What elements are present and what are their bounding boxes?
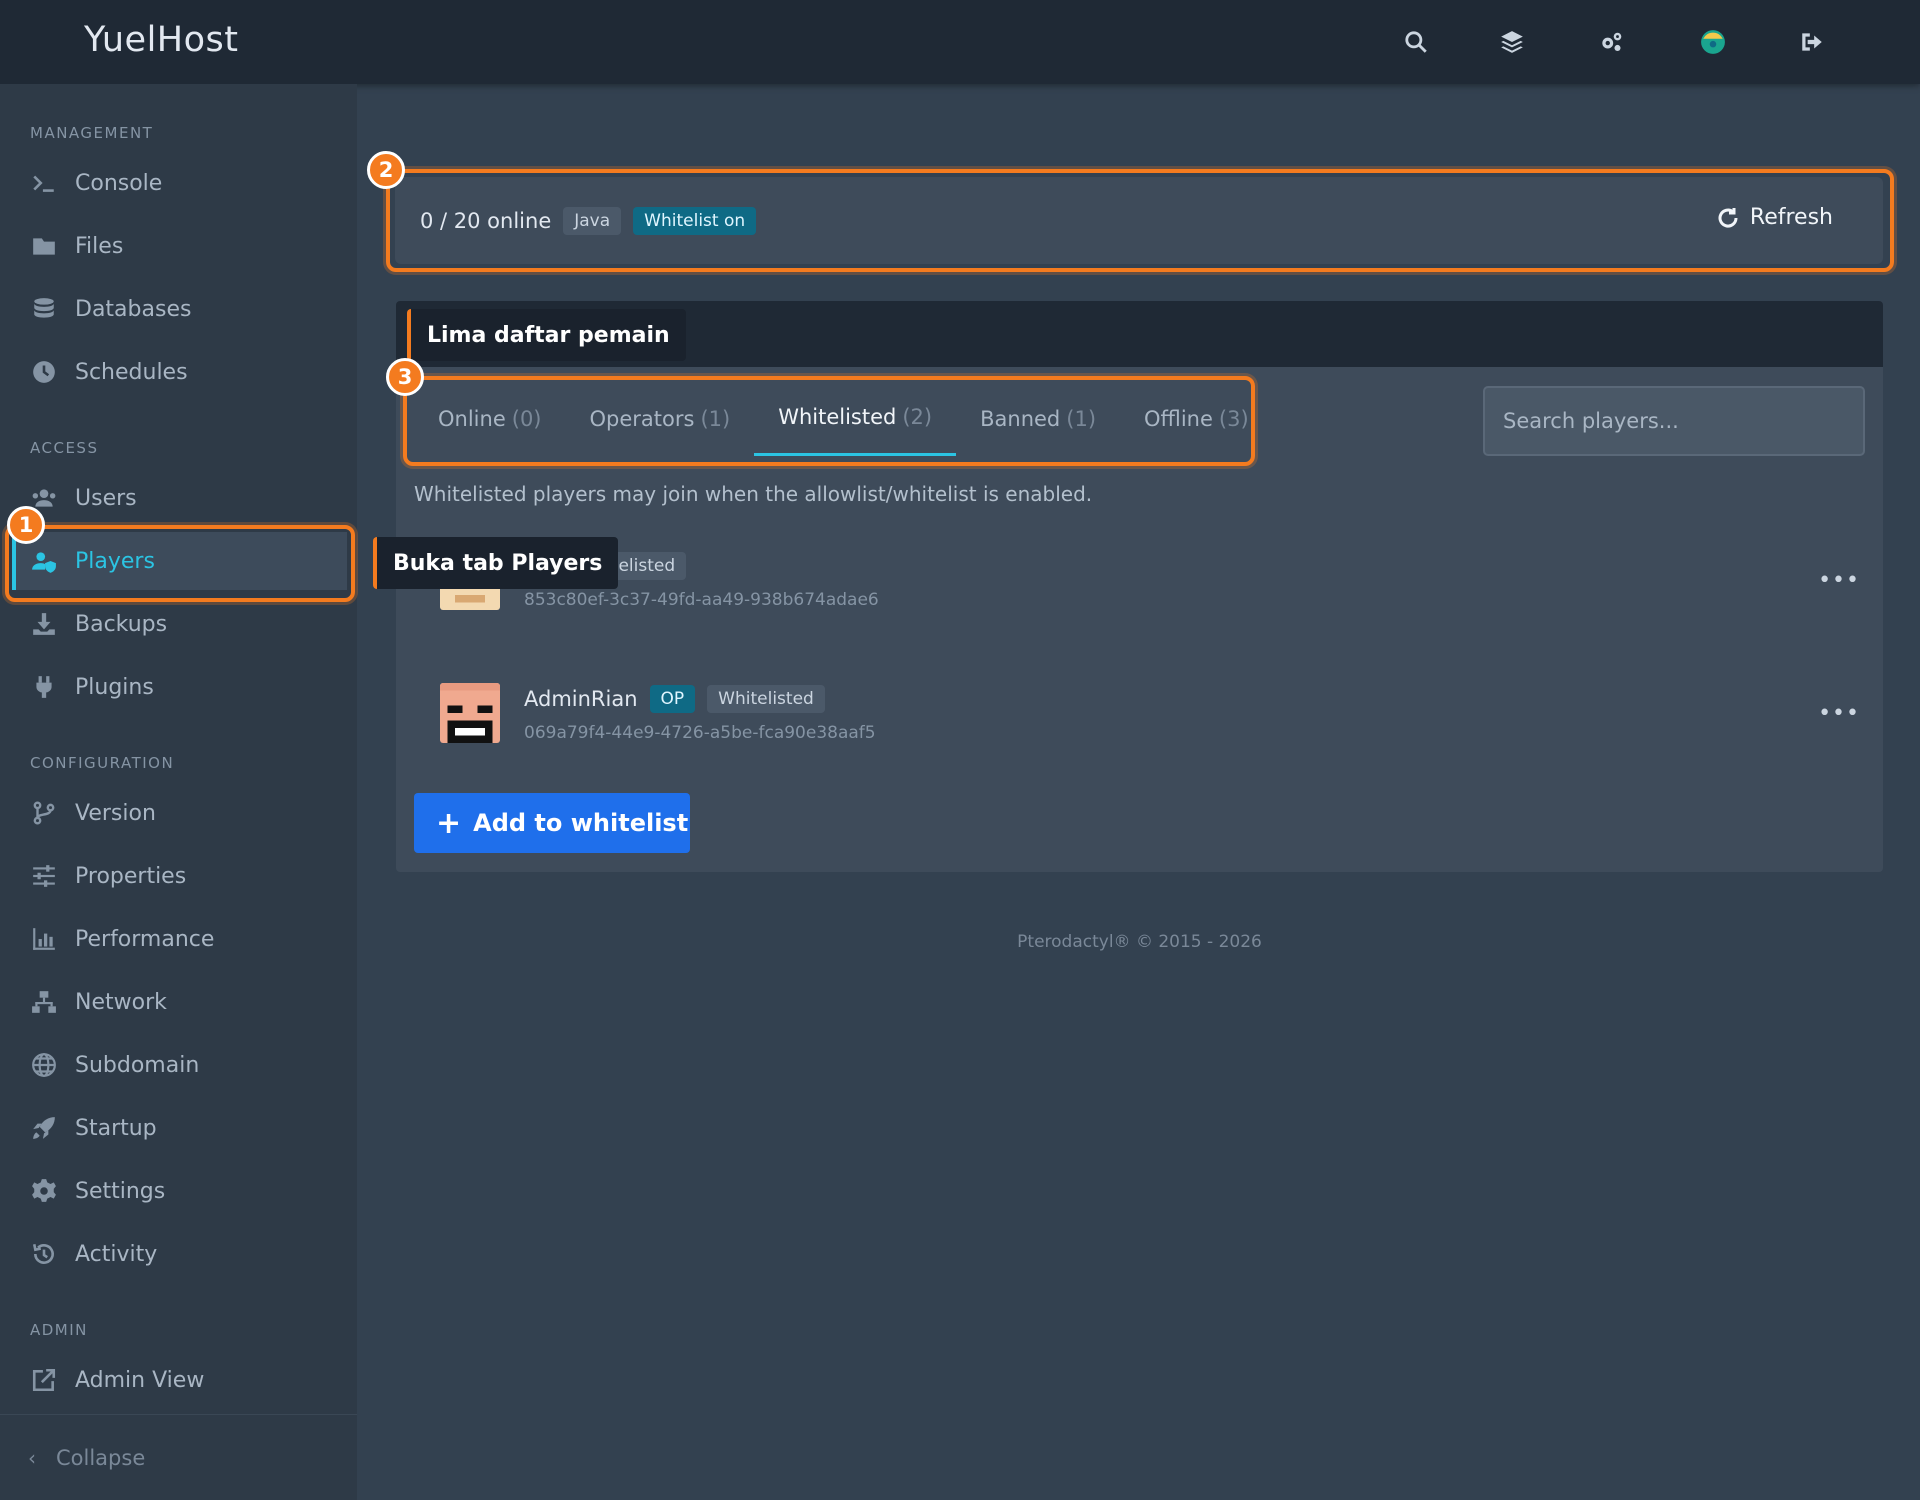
sidebar-item-console[interactable]: Console: [12, 154, 347, 212]
globe-icon: [30, 1051, 58, 1079]
player-name-row: AdminRian OP Whitelisted: [524, 685, 825, 713]
sidebar-item-plugins[interactable]: Plugins: [12, 658, 347, 716]
sidebar-item-label: Schedules: [75, 359, 188, 385]
sidebar-item-properties[interactable]: Properties: [12, 847, 347, 905]
sidebar-item-label: Users: [75, 485, 137, 511]
step-badge-2: 2: [367, 151, 405, 189]
cogs-icon[interactable]: [1595, 26, 1627, 58]
more-options-icon[interactable]: •••: [1818, 568, 1860, 593]
footer-copyright: Pterodactyl® © 2015 - 2026: [1017, 932, 1262, 952]
collapse-label: Collapse: [56, 1446, 146, 1470]
plug-icon: [30, 673, 58, 701]
layers-icon[interactable]: [1496, 26, 1528, 58]
database-icon: [30, 295, 58, 323]
sidebar-item-admin-view[interactable]: Admin View: [12, 1351, 347, 1409]
sidebar-item-label: Backups: [75, 611, 168, 637]
gear-icon: [30, 1177, 58, 1205]
highlight-status-bar: [386, 169, 1894, 272]
sidebar-item-databases[interactable]: Databases: [12, 280, 347, 338]
sidebar-item-label: Startup: [75, 1115, 157, 1141]
plus-icon: +: [436, 805, 462, 841]
sidebar-item-label: Subdomain: [75, 1052, 200, 1078]
section-admin: ADMIN: [30, 1321, 88, 1339]
sidebar-item-users[interactable]: Users: [12, 469, 347, 527]
history-icon: [30, 1240, 58, 1268]
download-icon: [30, 610, 58, 638]
folder-icon: [30, 232, 58, 260]
player-name: AdminRian: [524, 687, 638, 711]
section-configuration: CONFIGURATION: [30, 754, 175, 772]
sliders-icon: [30, 862, 58, 890]
sidebar-item-version[interactable]: Version: [12, 784, 347, 842]
step-badge-1: 1: [7, 506, 45, 544]
table-row: udi Whitelisted 853c80ef-3c37-49fd-aa49-…: [440, 550, 1860, 620]
sidebar-item-network[interactable]: Network: [12, 973, 347, 1031]
callout-open-players: Buka tab Players: [373, 537, 619, 589]
op-tag: OP: [649, 685, 696, 713]
player-avatar: [440, 683, 500, 743]
collapse-button[interactable]: ‹ Collapse: [28, 1446, 145, 1470]
top-bar: YuelHost: [0, 0, 1920, 84]
rocket-icon: [30, 1114, 58, 1142]
sidebar-item-label: Admin View: [75, 1367, 205, 1393]
sidebar-item-label: Files: [75, 233, 124, 259]
player-uuid: 069a79f4-44e9-4726-a5be-fca90e38aaf5: [524, 723, 876, 743]
sidebar-item-label: Databases: [75, 296, 192, 322]
brand-logo[interactable]: YuelHost: [84, 20, 239, 60]
sidebar: MANAGEMENT Console Files Databases Sched…: [0, 84, 357, 1500]
player-uuid: 853c80ef-3c37-49fd-aa49-938b674adae6: [524, 590, 879, 610]
chart-icon: [30, 925, 58, 953]
section-access: ACCESS: [30, 439, 99, 457]
sidebar-item-schedules[interactable]: Schedules: [12, 343, 347, 401]
sidebar-item-label: Network: [75, 989, 167, 1015]
step-badge-3: 3: [386, 358, 424, 396]
sidebar-item-label: Properties: [75, 863, 187, 889]
more-options-icon[interactable]: •••: [1818, 701, 1860, 726]
sidebar-item-label: Console: [75, 170, 163, 196]
sidebar-item-label: Settings: [75, 1178, 166, 1204]
tab-description: Whitelisted players may join when the al…: [414, 482, 1093, 506]
highlight-player-tabs: [403, 376, 1255, 466]
sidebar-divider: [0, 1414, 357, 1415]
clock-icon: [30, 358, 58, 386]
network-icon: [30, 988, 58, 1016]
sidebar-item-subdomain[interactable]: Subdomain: [12, 1036, 347, 1094]
sidebar-item-activity[interactable]: Activity: [12, 1225, 347, 1283]
add-button-label: Add to whitelist: [473, 809, 689, 837]
external-link-icon: [30, 1366, 58, 1394]
sidebar-item-label: Activity: [75, 1241, 158, 1267]
sidebar-item-performance[interactable]: Performance: [12, 910, 347, 968]
sidebar-item-label: Version: [75, 800, 156, 826]
search-icon[interactable]: [1400, 26, 1432, 58]
sidebar-item-startup[interactable]: Startup: [12, 1099, 347, 1157]
callout-player-lists: Lima daftar pemain: [407, 309, 686, 361]
avatar-icon[interactable]: [1697, 26, 1729, 58]
highlight-players-nav: [5, 525, 355, 602]
sidebar-item-backups[interactable]: Backups: [12, 595, 347, 653]
sidebar-item-files[interactable]: Files: [12, 217, 347, 275]
sidebar-item-label: Plugins: [75, 674, 154, 700]
terminal-icon: [30, 169, 58, 197]
branch-icon: [30, 799, 58, 827]
sidebar-item-settings[interactable]: Settings: [12, 1162, 347, 1220]
sidebar-item-label: Performance: [75, 926, 215, 952]
table-row: AdminRian OP Whitelisted 069a79f4-44e9-4…: [440, 683, 1860, 753]
add-to-whitelist-button[interactable]: + Add to whitelist: [414, 793, 690, 853]
search-input[interactable]: [1483, 386, 1865, 456]
chevron-left-icon: ‹: [28, 1446, 36, 1470]
logout-icon[interactable]: [1796, 26, 1828, 58]
section-management: MANAGEMENT: [30, 124, 154, 142]
whitelisted-tag: Whitelisted: [707, 685, 825, 713]
